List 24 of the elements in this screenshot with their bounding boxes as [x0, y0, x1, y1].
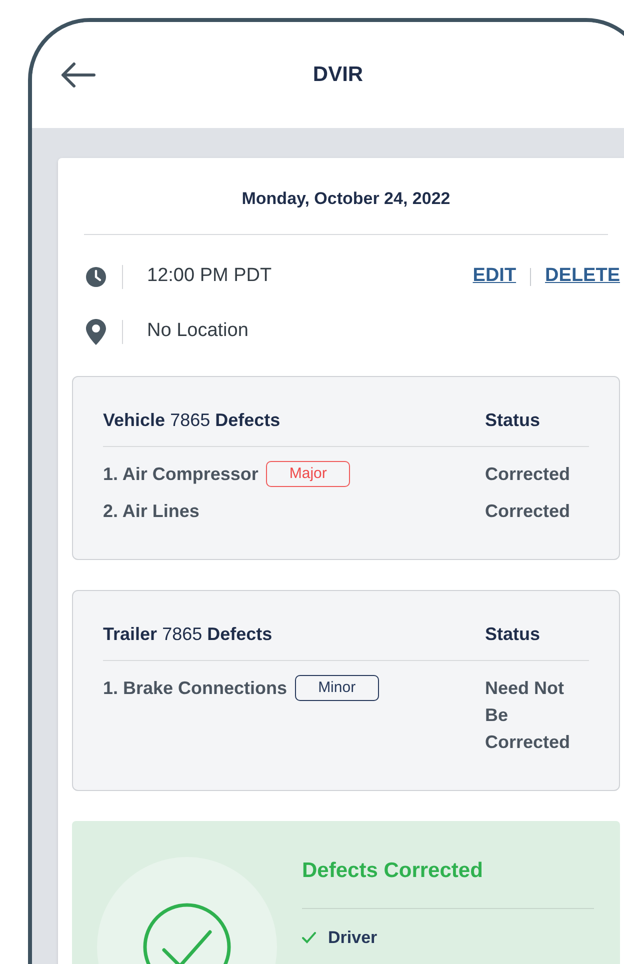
defects-heading: Vehicle 7865 Defects	[103, 408, 280, 432]
defect-status: Corrected	[485, 462, 572, 486]
screen-title: DVIR	[312, 62, 364, 88]
severity-badge: Minor	[295, 675, 379, 701]
defects-heading: Trailer 7865 Defects	[103, 622, 272, 646]
check-icon	[302, 932, 316, 944]
back-arrow-icon	[60, 61, 96, 89]
severity-badge: Major	[266, 461, 350, 487]
clock-icon	[86, 266, 106, 286]
delete-link[interactable]: DELETE	[545, 262, 620, 291]
defect-name: 1. Air Compressor	[103, 462, 258, 486]
signer-name: Driver	[328, 927, 378, 949]
status-heading: Status	[485, 408, 542, 432]
defect-name: 1. Brake Connections	[103, 676, 288, 700]
location-text: No Location	[147, 319, 248, 344]
time-text: 12:00 PM PDT	[147, 264, 272, 288]
defect-name: 2. Air Lines	[103, 500, 200, 522]
result-title: Defects Corrected	[302, 858, 483, 882]
report-date: Monday, October 24, 2022	[242, 188, 450, 210]
location-pin-icon	[86, 318, 106, 344]
edit-link[interactable]: EDIT	[472, 262, 516, 291]
defect-status: Need Not Be Corrected	[485, 676, 572, 754]
defect-status: Corrected	[485, 500, 572, 522]
status-heading: Status	[485, 622, 542, 646]
